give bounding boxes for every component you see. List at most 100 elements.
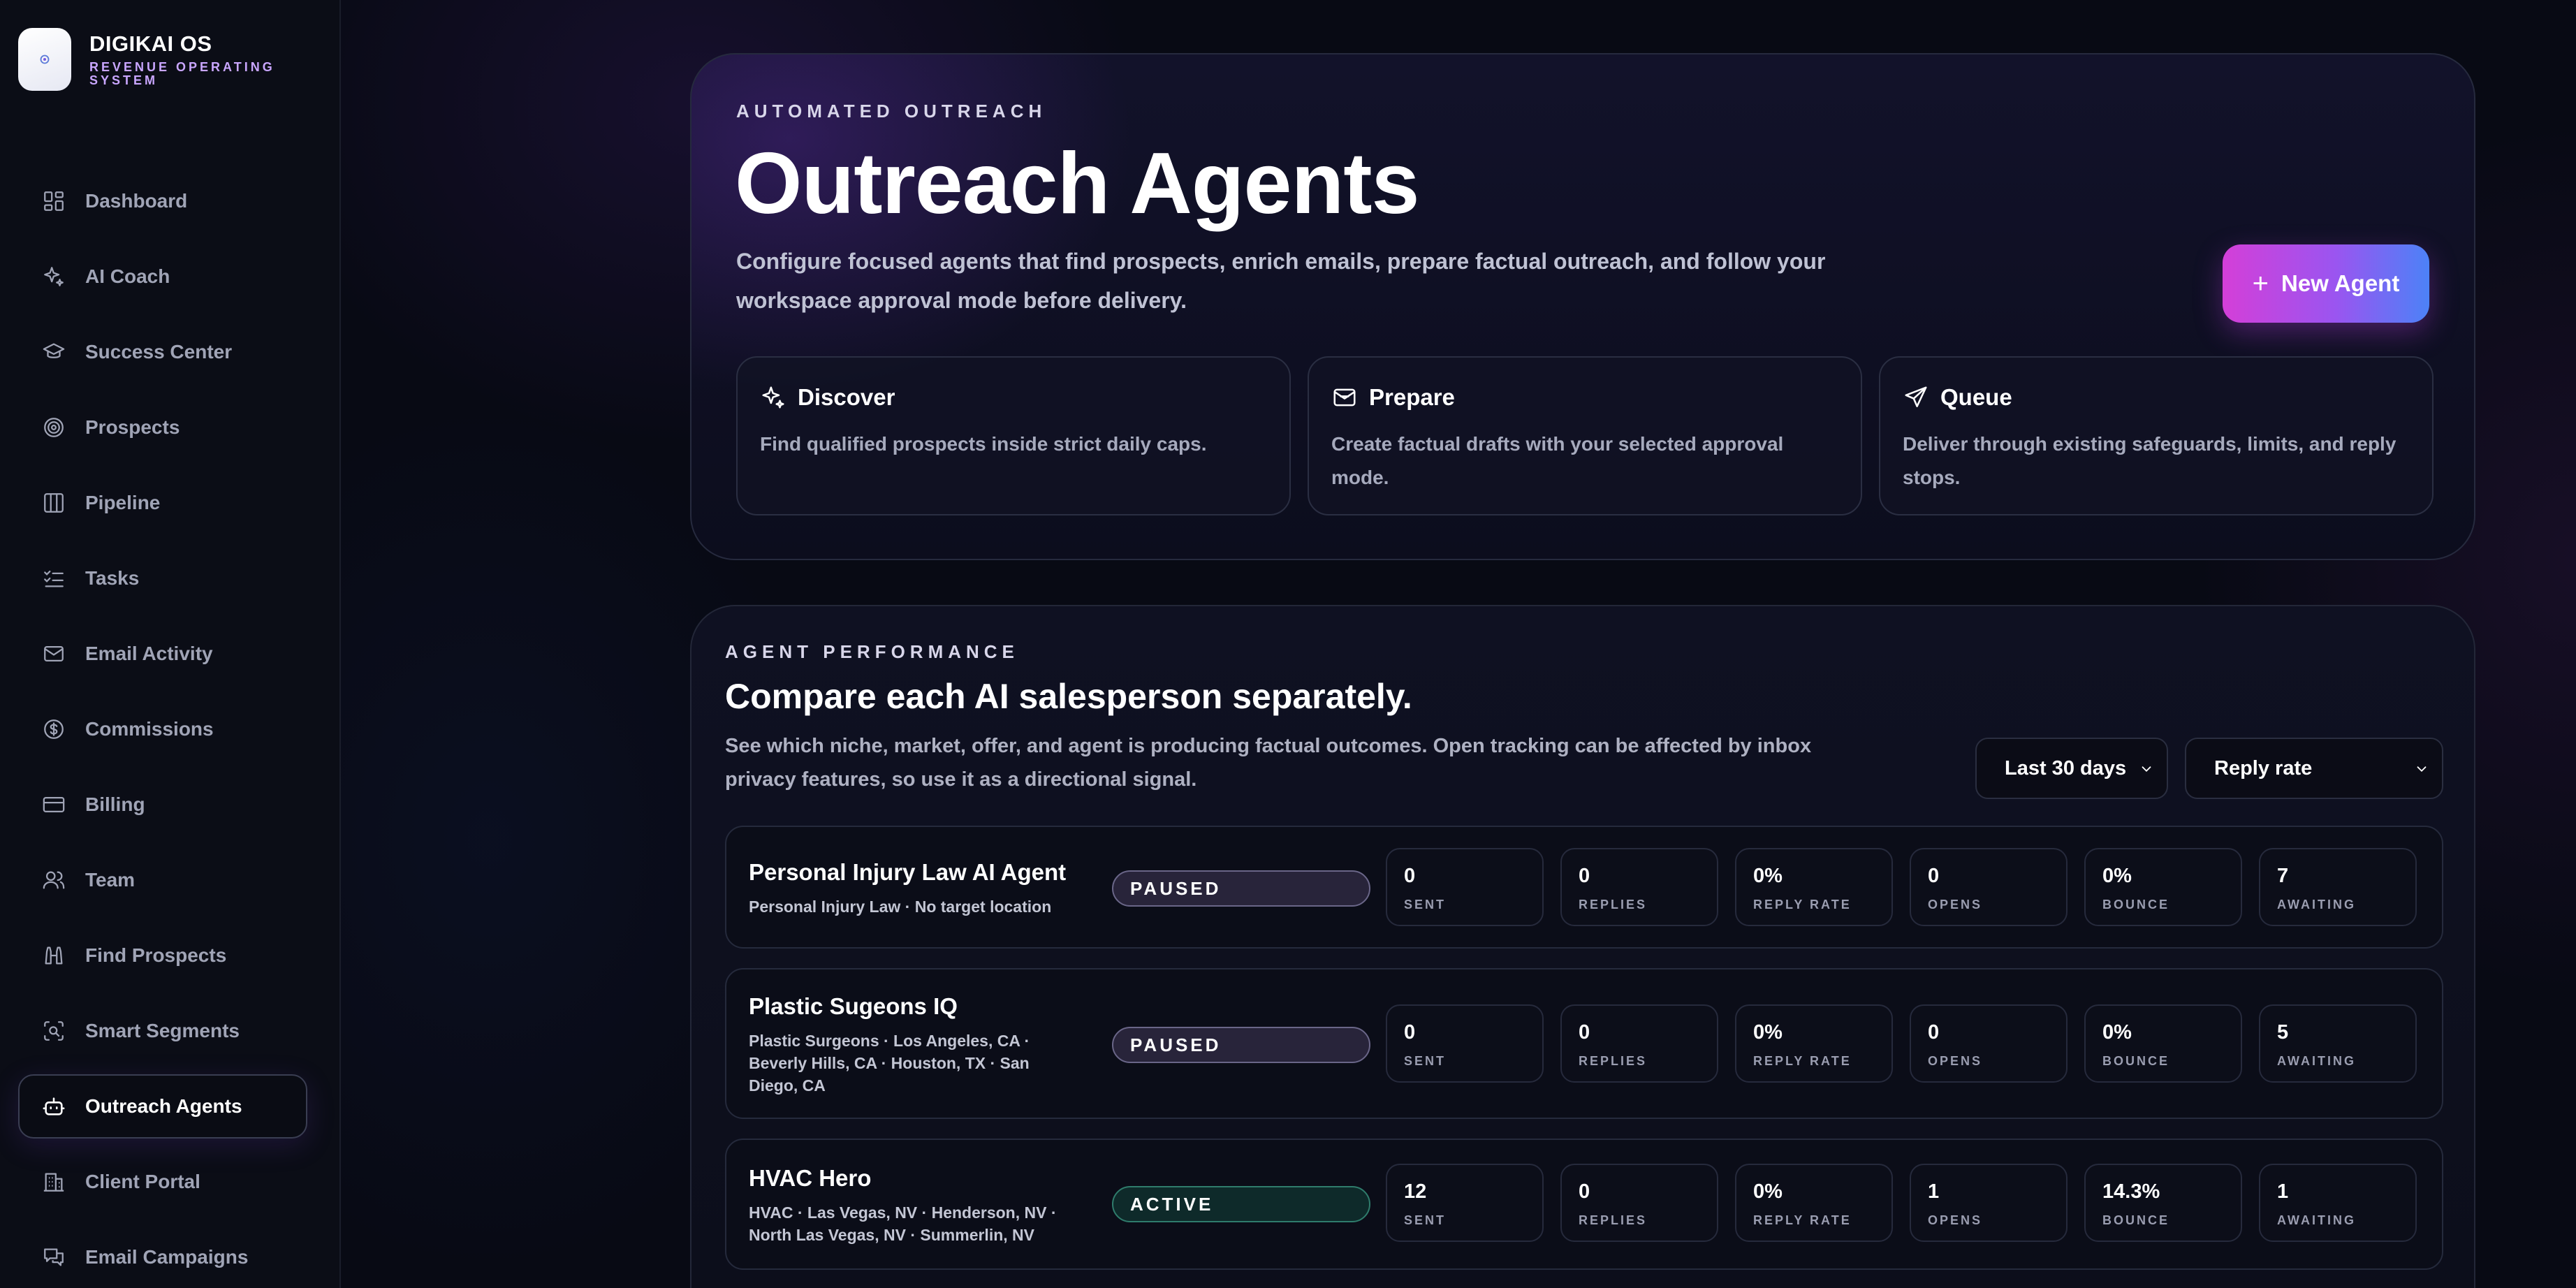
credit-card-icon [42, 793, 66, 817]
date-range-value: Last 30 days [2005, 756, 2127, 780]
sidebar-item-label: Billing [85, 793, 145, 815]
status-badge: PAUSED [1112, 1027, 1370, 1063]
sidebar-item-billing[interactable]: Billing [18, 773, 307, 837]
sidebar-item-commissions[interactable]: Commissions [18, 697, 307, 761]
agent-name: Plastic Sugeons IQ [749, 993, 958, 1019]
chevron-down-icon [2139, 761, 2154, 777]
sidebar-item-label: AI Coach [85, 265, 170, 287]
graduation-cap-icon [42, 340, 66, 364]
sidebar-item-success-center[interactable]: Success Center [18, 320, 307, 384]
step-description: Find qualified prospects inside strict d… [760, 433, 1207, 455]
metric-sent: 0 SENT [1386, 1004, 1544, 1083]
sidebar-item-label: Success Center [85, 341, 233, 363]
sparkle-icon [760, 384, 786, 411]
agent-name: HVAC Hero [749, 1165, 872, 1191]
step-card-queue: Queue Deliver through existing safeguard… [1879, 356, 2434, 515]
sidebar-item-smart-segments[interactable]: Smart Segments [18, 999, 307, 1063]
bot-icon [42, 1095, 66, 1118]
status-badge: PAUSED [1112, 870, 1370, 907]
brand-name: DIGIKAI OS [89, 31, 212, 56]
performance-eyebrow: AGENT PERFORMANCE [725, 641, 1019, 662]
brand[interactable]: DIGIKAI OS REVENUE OPERATING SYSTEM [18, 28, 299, 91]
hero-description: Configure focused agents that find prosp… [736, 249, 1826, 313]
metric-sent: 12 SENT [1386, 1164, 1544, 1242]
sidebar-item-client-portal[interactable]: Client Portal [18, 1150, 307, 1214]
step-card-discover: Discover Find qualified prospects inside… [736, 356, 1291, 515]
sidebar-item-label: Dashboard [85, 190, 188, 212]
sidebar-item-label: Pipeline [85, 492, 161, 513]
sidebar-item-label: Prospects [85, 416, 180, 438]
chevron-down-icon [2414, 761, 2429, 777]
sidebar-item-outreach-agents[interactable]: Outreach Agents [18, 1074, 307, 1139]
scan-search-icon [42, 1019, 66, 1043]
agent-meta: Personal Injury Law · No target location [749, 898, 1052, 916]
metric-sent: 0 SENT [1386, 848, 1544, 926]
metric-replies: 0 REPLIES [1560, 848, 1718, 926]
new-agent-label: New Agent [2281, 270, 2400, 296]
step-description: Create factual drafts with your selected… [1331, 433, 1784, 488]
sidebar-item-dashboard[interactable]: Dashboard [18, 169, 307, 233]
messages-icon [42, 1245, 66, 1269]
agent-row[interactable]: Personal Injury Law AI Agent Personal In… [725, 826, 2443, 949]
brand-subtitle: REVENUE OPERATING SYSTEM [89, 60, 275, 87]
steps-row: Discover Find qualified prospects inside… [736, 356, 2434, 515]
sidebar-item-label: Commissions [85, 718, 214, 740]
metric-bounce: 14.3% BOUNCE [2084, 1164, 2242, 1242]
step-title: Discover [798, 384, 895, 410]
agent-row[interactable]: Plastic Sugeons IQ Plastic Surgeons · Lo… [725, 968, 2443, 1119]
sidebar-item-ai-coach[interactable]: AI Coach [18, 244, 307, 309]
metric-replies: 0 REPLIES [1560, 1164, 1718, 1242]
mail-open-icon [1331, 384, 1358, 411]
sidebar-item-tasks[interactable]: Tasks [18, 546, 307, 610]
metric-select[interactable]: Reply rate [2185, 738, 2443, 799]
metric-select-value: Reply rate [2214, 756, 2313, 780]
new-agent-button[interactable]: + New Agent [2223, 244, 2429, 323]
logo-mark-icon [40, 54, 50, 64]
sidebar-item-pipeline[interactable]: Pipeline [18, 471, 307, 535]
sidebar-item-prospects[interactable]: Prospects [18, 395, 307, 460]
metric-reply-rate: 0% REPLY RATE [1735, 1004, 1893, 1083]
sidebar-item-label: Find Prospects [85, 944, 227, 966]
users-icon [42, 868, 66, 892]
agent-row[interactable]: HVAC Hero HVAC · Las Vegas, NV · Henders… [725, 1139, 2443, 1270]
step-title: Queue [1940, 384, 2012, 410]
metric-reply-rate: 0% REPLY RATE [1735, 848, 1893, 926]
step-title: Prepare [1369, 384, 1455, 410]
metric-reply-rate: 0% REPLY RATE [1735, 1164, 1893, 1242]
columns-icon [42, 491, 66, 515]
target-icon [42, 416, 66, 439]
sidebar: DIGIKAI OS REVENUE OPERATING SYSTEM Dash… [0, 0, 341, 1288]
dashboard-icon [42, 189, 66, 213]
sidebar-item-label: Smart Segments [85, 1020, 240, 1041]
metric-bounce: 0% BOUNCE [2084, 1004, 2242, 1083]
step-card-prepare: Prepare Create factual drafts with your … [1308, 356, 1862, 515]
metric-opens: 0 OPENS [1910, 848, 2068, 926]
status-badge: ACTIVE [1112, 1186, 1370, 1222]
performance-description: See which niche, market, offer, and agen… [725, 735, 1812, 791]
metric-opens: 0 OPENS [1910, 1004, 2068, 1083]
dollar-icon [42, 717, 66, 741]
metric-awaiting: 1 AWAITING [2259, 1164, 2417, 1242]
metric-awaiting: 7 AWAITING [2259, 848, 2417, 926]
agent-meta: HVAC · Las Vegas, NV · Henderson, NV · N… [749, 1203, 1057, 1244]
plus-icon: + [2252, 268, 2269, 299]
building-icon [42, 1170, 66, 1194]
sidebar-item-label: Email Campaigns [85, 1246, 249, 1268]
sidebar-item-find-prospects[interactable]: Find Prospects [18, 923, 307, 988]
metric-replies: 0 REPLIES [1560, 1004, 1718, 1083]
mail-icon [42, 642, 66, 666]
step-description: Deliver through existing safeguards, lim… [1903, 433, 2396, 488]
agent-performance-panel: AGENT PERFORMANCE Compare each AI salesp… [690, 605, 2475, 1288]
sidebar-item-label: Client Portal [85, 1171, 200, 1192]
metric-awaiting: 5 AWAITING [2259, 1004, 2417, 1083]
agent-meta: Plastic Surgeons · Los Angeles, CA · Bev… [749, 1032, 1030, 1095]
sidebar-item-team[interactable]: Team [18, 848, 307, 912]
brand-logo [18, 28, 71, 91]
sidebar-item-label: Email Activity [85, 643, 213, 664]
send-icon [1903, 384, 1929, 411]
date-range-select[interactable]: Last 30 days [1975, 738, 2168, 799]
sidebar-item-email-activity[interactable]: Email Activity [18, 622, 307, 686]
checklist-icon [42, 566, 66, 590]
sidebar-item-email-campaigns[interactable]: Email Campaigns [18, 1225, 307, 1288]
agent-name: Personal Injury Law AI Agent [749, 859, 1067, 885]
